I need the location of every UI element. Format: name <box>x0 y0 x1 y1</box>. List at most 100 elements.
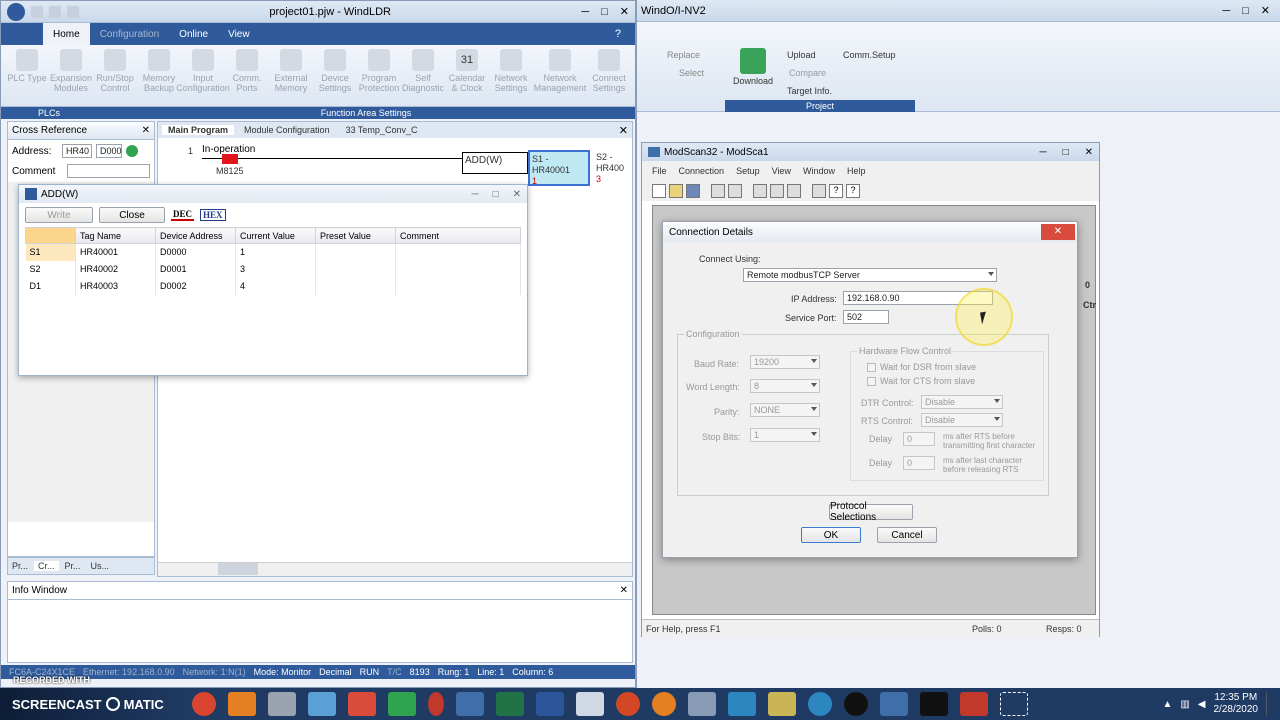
calculator-icon[interactable] <box>388 692 416 716</box>
show-desktop-icon[interactable] <box>1266 692 1272 716</box>
display-icon[interactable] <box>787 184 801 198</box>
new-icon[interactable] <box>31 5 43 18</box>
network-icon[interactable]: ▥ <box>1180 699 1189 710</box>
snip-icon[interactable] <box>348 692 376 716</box>
delay2-input[interactable]: 0 <box>903 456 935 470</box>
connect-icon[interactable] <box>711 184 725 198</box>
windo-icon[interactable] <box>880 692 908 716</box>
side-tab-program[interactable]: Pr... <box>8 561 32 571</box>
menu-view[interactable]: View <box>772 166 791 176</box>
operand-s1[interactable]: S1 - HR40001 1 <box>528 150 590 186</box>
tab-home[interactable]: Home <box>43 23 90 45</box>
address-input-2[interactable]: D000 <box>96 144 122 158</box>
chart-icon[interactable] <box>456 692 484 716</box>
network-management-button[interactable]: Network Management <box>533 47 587 95</box>
compare-button[interactable]: Compare <box>789 68 826 78</box>
connect-using-select[interactable]: Remote modbusTCP Server <box>743 268 997 282</box>
display-icon[interactable] <box>753 184 767 198</box>
replace-button[interactable]: Replace <box>667 50 700 60</box>
panel-close-icon[interactable]: ✕ <box>142 125 150 136</box>
stop-bits-select[interactable]: 1 <box>750 428 820 442</box>
outlook-icon[interactable] <box>228 692 256 716</box>
comm-setup-button[interactable]: Comm.Setup <box>843 50 896 60</box>
menu-setup[interactable]: Setup <box>736 166 760 176</box>
tool-icon[interactable] <box>268 692 296 716</box>
side-tab-cross-ref[interactable]: Cr... <box>34 561 59 571</box>
modscan-icon[interactable] <box>768 692 796 716</box>
notepad-icon[interactable] <box>576 692 604 716</box>
delay1-input[interactable]: 0 <box>903 432 935 446</box>
menu-connection[interactable]: Connection <box>679 166 725 176</box>
maximize-icon[interactable]: □ <box>1063 147 1069 158</box>
dtr-control-select[interactable]: Disable <box>921 395 1003 409</box>
open-icon[interactable] <box>49 5 61 18</box>
powerpoint-icon[interactable] <box>616 692 640 716</box>
minimize-icon[interactable]: ─ <box>1222 5 1230 17</box>
save-icon[interactable] <box>686 184 700 198</box>
tab-view[interactable]: View <box>218 23 260 45</box>
app-icon[interactable] <box>7 2 25 21</box>
info-close-icon[interactable]: ✕ <box>620 585 628 596</box>
close-icon[interactable]: ✕ <box>1085 147 1093 158</box>
refresh-icon[interactable] <box>126 145 138 157</box>
volume-icon[interactable]: ◀ <box>1198 699 1206 710</box>
protocol-selections-button[interactable]: Protocol Selections <box>829 501 913 523</box>
rts-control-select[interactable]: Disable <box>921 413 1003 427</box>
expansion-modules-button[interactable]: Expansion Modules <box>49 47 93 95</box>
program-protection-button[interactable]: Program Protection <box>357 47 401 95</box>
comm-ports-button[interactable]: Comm. Ports <box>225 47 269 95</box>
connect-settings-button[interactable]: Connect Settings <box>587 47 631 95</box>
location-icon[interactable] <box>844 692 868 716</box>
horizontal-scrollbar[interactable] <box>158 562 632 576</box>
self-diagnostic-button[interactable]: Self Diagnostic <box>401 47 445 95</box>
input-configuration-button[interactable]: Input Configuration <box>176 47 230 95</box>
display-icon[interactable] <box>770 184 784 198</box>
dsr-checkbox[interactable]: Wait for DSR from slave <box>867 362 976 372</box>
table-row[interactable]: D1 HR40003 D0002 4 <box>25 277 521 295</box>
chevron-up-icon[interactable]: ▲ <box>1162 699 1172 710</box>
minimize-icon[interactable]: ─ <box>581 6 589 18</box>
close-button[interactable]: Close <box>99 207 165 223</box>
baud-rate-select[interactable]: 19200 <box>750 355 820 369</box>
run-stop-button[interactable]: Run/Stop Control <box>93 47 137 95</box>
close-icon[interactable]: ✕ <box>513 189 521 200</box>
edit-icon[interactable] <box>728 692 756 716</box>
help-icon[interactable]: ? <box>615 28 621 40</box>
word-length-select[interactable]: 8 <box>750 379 820 393</box>
cancel-button[interactable]: Cancel <box>877 527 937 543</box>
write-button[interactable]: Write <box>25 207 93 223</box>
address-input[interactable]: HR40 <box>62 144 92 158</box>
browser-icon[interactable] <box>808 692 832 716</box>
calendar-clock-button[interactable]: 31 Calendar & Clock <box>445 47 489 95</box>
editor-close-icon[interactable]: ✕ <box>619 124 628 137</box>
cts-checkbox[interactable]: Wait for CTS from slave <box>867 376 975 386</box>
save-icon[interactable] <box>67 5 79 18</box>
plc-type-button[interactable]: PLC Type <box>5 47 49 95</box>
ok-button[interactable]: OK <box>801 527 861 543</box>
terminal-icon[interactable] <box>920 692 948 716</box>
new-icon[interactable] <box>652 184 666 198</box>
contact-m8125[interactable] <box>222 154 238 164</box>
record-icon[interactable] <box>428 692 444 716</box>
device-settings-button[interactable]: Device Settings <box>313 47 357 95</box>
selection-icon[interactable] <box>1000 692 1028 716</box>
hex-button[interactable]: HEX <box>200 209 226 221</box>
dialog-close-icon[interactable]: ✕ <box>1041 224 1075 240</box>
excel-icon[interactable] <box>496 692 524 716</box>
table-row[interactable]: S1 HR40001 D0000 1 <box>25 243 521 261</box>
app-icon[interactable] <box>308 692 336 716</box>
maximize-icon[interactable]: □ <box>493 189 499 200</box>
menu-window[interactable]: Window <box>803 166 835 176</box>
memory-backup-button[interactable]: Memory Backup <box>137 47 181 95</box>
minimize-icon[interactable]: ─ <box>471 189 478 200</box>
tab-online[interactable]: Online <box>169 23 218 45</box>
tab-temp-conv[interactable]: 33 Temp_Conv_C <box>340 125 424 135</box>
comment-input[interactable] <box>67 164 150 178</box>
dec-button[interactable]: DEC <box>171 209 195 221</box>
open-icon[interactable] <box>669 184 683 198</box>
tab-module-configuration[interactable]: Module Configuration <box>238 125 336 135</box>
target-info-button[interactable]: Target Info. <box>787 86 832 96</box>
help-icon[interactable]: ? <box>829 184 843 198</box>
service-port-input[interactable]: 502 <box>843 310 889 324</box>
menu-help[interactable]: Help <box>847 166 866 176</box>
